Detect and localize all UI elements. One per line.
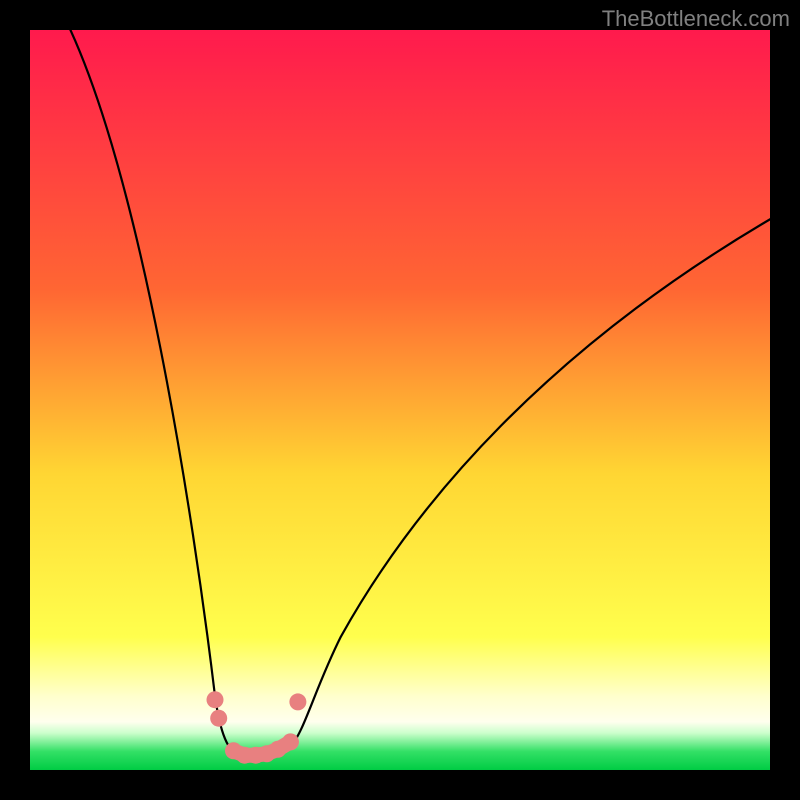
marker-dot <box>289 693 306 710</box>
watermark-text: TheBottleneck.com <box>602 6 790 32</box>
background-gradient <box>30 30 770 770</box>
marker-dot <box>207 691 224 708</box>
marker-dot <box>210 710 227 727</box>
marker-dot <box>282 733 299 750</box>
chart-svg <box>30 30 770 770</box>
plot-area <box>30 30 770 770</box>
chart-container: TheBottleneck.com <box>0 0 800 800</box>
